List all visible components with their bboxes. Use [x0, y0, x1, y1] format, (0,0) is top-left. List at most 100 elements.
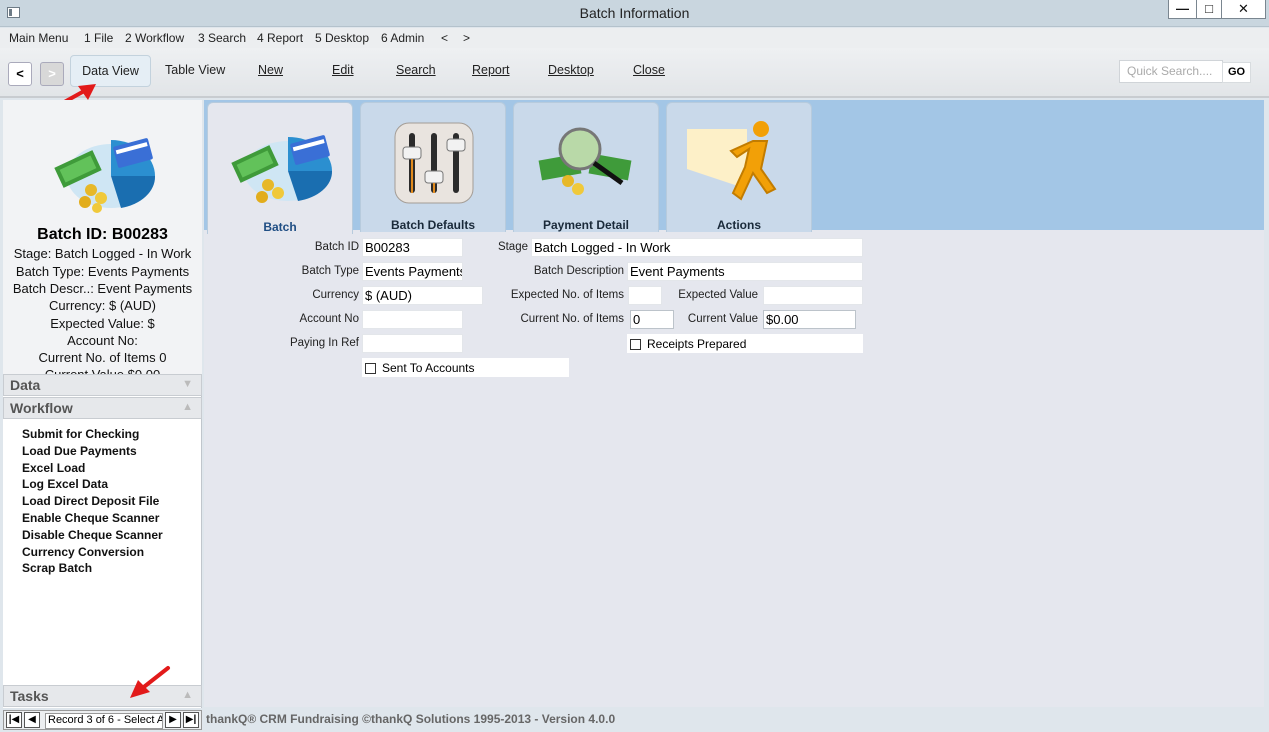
edit-button[interactable]: Edit: [332, 63, 354, 77]
workflow-disable-cheque-scanner[interactable]: Disable Cheque Scanner: [22, 528, 163, 545]
tab-payment-detail[interactable]: Payment Detail: [513, 102, 659, 232]
record-position: Record 3 of 6 - Select All: [45, 713, 163, 729]
magnifier-money-icon: [538, 127, 632, 195]
summary-current-items: Current No. of Items 0: [38, 350, 167, 365]
summary-expected-value: Expected Value: $: [50, 316, 155, 331]
minimize-button[interactable]: —: [1168, 0, 1197, 19]
maximize-button[interactable]: □: [1196, 0, 1222, 19]
account-no-field[interactable]: [362, 310, 463, 329]
summary-batch-type: Batch Type: Events Payments: [15, 264, 190, 279]
menu-admin[interactable]: 6 Admin: [381, 31, 424, 45]
edit-button-label: Edit: [332, 63, 354, 77]
summary-currency: Currency: $ (AUD): [49, 298, 156, 313]
running-man-icon: [687, 121, 777, 201]
close-button[interactable]: Close: [633, 63, 665, 77]
summary-batch-descr: Batch Descr..: Event Payments: [12, 281, 193, 296]
current-items-label: Current No. of Items: [520, 313, 624, 325]
expected-value-label: Expected Value: [678, 289, 758, 301]
expected-value-field[interactable]: [763, 286, 863, 305]
receipts-prepared-box[interactable]: [630, 339, 641, 350]
workflow-excel-load[interactable]: Excel Load: [22, 461, 163, 478]
batch-id-heading: Batch ID: B00283: [37, 226, 168, 243]
paying-in-ref-label: Paying In Ref: [289, 337, 359, 349]
menu-next[interactable]: >: [463, 31, 470, 45]
quick-search-input[interactable]: Quick Search....: [1119, 60, 1223, 83]
current-items-field[interactable]: 0: [630, 310, 674, 329]
data-section-label: Data: [10, 377, 41, 393]
chevron-up-icon: ▲: [182, 401, 193, 413]
currency-field[interactable]: $ (AUD): [362, 286, 483, 305]
batch-payment-icon: [231, 135, 333, 203]
expected-items-field[interactable]: [628, 286, 662, 305]
current-value-label: Current Value: [687, 313, 758, 325]
report-button-label: Report: [472, 63, 510, 77]
sent-to-accounts-box[interactable]: [365, 363, 376, 374]
sent-to-accounts-checkbox[interactable]: Sent To Accounts: [362, 358, 569, 377]
receipts-prepared-checkbox[interactable]: Receipts Prepared: [627, 334, 863, 353]
sliders-icon: [394, 122, 474, 204]
paying-in-ref-field[interactable]: [362, 334, 463, 353]
tab-strip: Batch Batch Defaults Payment Detail Acti…: [204, 100, 1264, 234]
workflow-load-direct-deposit[interactable]: Load Direct Deposit File: [22, 494, 163, 511]
batch-type-label: Batch Type: [301, 265, 359, 277]
sent-to-accounts-label: Sent To Accounts: [382, 361, 475, 375]
search-button[interactable]: Search: [396, 63, 436, 77]
back-button[interactable]: <: [8, 62, 32, 86]
left-panel: Batch ID: B00283 Stage: Batch Logged - I…: [3, 100, 202, 708]
title-bar: Batch Information — □ ✕: [0, 0, 1269, 27]
workflow-enable-cheque-scanner[interactable]: Enable Cheque Scanner: [22, 511, 163, 528]
record-navigator: |◀ ◀ Record 3 of 6 - Select All ▶ ▶|: [3, 710, 202, 730]
red-arrow-icon: [130, 666, 170, 698]
menu-workflow[interactable]: 2 Workflow: [125, 31, 184, 45]
menu-desktop[interactable]: 5 Desktop: [315, 31, 369, 45]
close-window-button[interactable]: ✕: [1221, 0, 1266, 19]
new-button[interactable]: New: [258, 63, 283, 77]
desktop-button-label: Desktop: [548, 63, 594, 77]
main-area: Batch Batch Defaults Payment Detail Acti…: [204, 100, 1264, 707]
workflow-submit-for-checking[interactable]: Submit for Checking: [22, 427, 163, 444]
stage-label: Stage: [497, 241, 528, 253]
summary-account-no: Account No:: [67, 333, 138, 348]
prev-record-button[interactable]: ◀: [24, 712, 40, 728]
workflow-section-header[interactable]: Workflow ▲: [3, 397, 202, 419]
current-value-field[interactable]: $0.00: [763, 310, 856, 329]
menu-file[interactable]: 1 File: [84, 31, 113, 45]
batch-description-field[interactable]: Event Payments: [627, 262, 863, 281]
next-record-button[interactable]: ▶: [165, 712, 181, 728]
report-button[interactable]: Report: [472, 63, 510, 77]
go-button[interactable]: GO: [1222, 62, 1251, 83]
tab-batch[interactable]: Batch: [207, 102, 353, 234]
table-view-button[interactable]: Table View: [165, 63, 225, 77]
workflow-log-excel-data[interactable]: Log Excel Data: [22, 477, 163, 494]
window-title: Batch Information: [579, 5, 690, 21]
workflow-load-due-payments[interactable]: Load Due Payments: [22, 444, 163, 461]
menu-report[interactable]: 4 Report: [257, 31, 303, 45]
batch-id-label: Batch ID: [314, 241, 359, 253]
tab-actions[interactable]: Actions: [666, 102, 812, 232]
receipts-prepared-label: Receipts Prepared: [647, 337, 747, 351]
menu-prev[interactable]: <: [441, 31, 448, 45]
batch-payment-icon: [54, 138, 156, 213]
workflow-section-label: Workflow: [10, 400, 73, 416]
first-record-button[interactable]: |◀: [6, 712, 22, 728]
batch-form: Batch ID B00283 Batch Type Events Paymen…: [204, 230, 1264, 707]
menu-search[interactable]: 3 Search: [198, 31, 246, 45]
workflow-currency-conversion[interactable]: Currency Conversion: [22, 545, 163, 562]
data-section-header[interactable]: Data ▼: [3, 374, 202, 396]
chevron-up-icon: ▲: [182, 689, 193, 701]
toolbar: < > Data View Table View New Edit Search…: [0, 48, 1269, 98]
status-bar: thankQ® CRM Fundraising ©thankQ Solution…: [206, 712, 616, 726]
close-button-label: Close: [633, 63, 665, 77]
menu-main-menu[interactable]: Main Menu: [9, 31, 68, 45]
summary-stage: Stage: Batch Logged - In Work: [13, 246, 192, 261]
stage-field[interactable]: Batch Logged - In Work: [531, 238, 863, 257]
tab-batch-defaults[interactable]: Batch Defaults: [360, 102, 506, 232]
menu-bar: Main Menu 1 File 2 Workflow 3 Search 4 R…: [0, 28, 1269, 48]
workflow-scrap-batch[interactable]: Scrap Batch: [22, 561, 163, 578]
workflow-list: Submit for Checking Load Due Payments Ex…: [22, 427, 163, 578]
last-record-button[interactable]: ▶|: [183, 712, 199, 728]
desktop-button[interactable]: Desktop: [548, 63, 594, 77]
new-button-label: New: [258, 63, 284, 77]
batch-type-field[interactable]: Events Payments: [362, 262, 463, 281]
batch-id-field[interactable]: B00283: [362, 238, 463, 257]
